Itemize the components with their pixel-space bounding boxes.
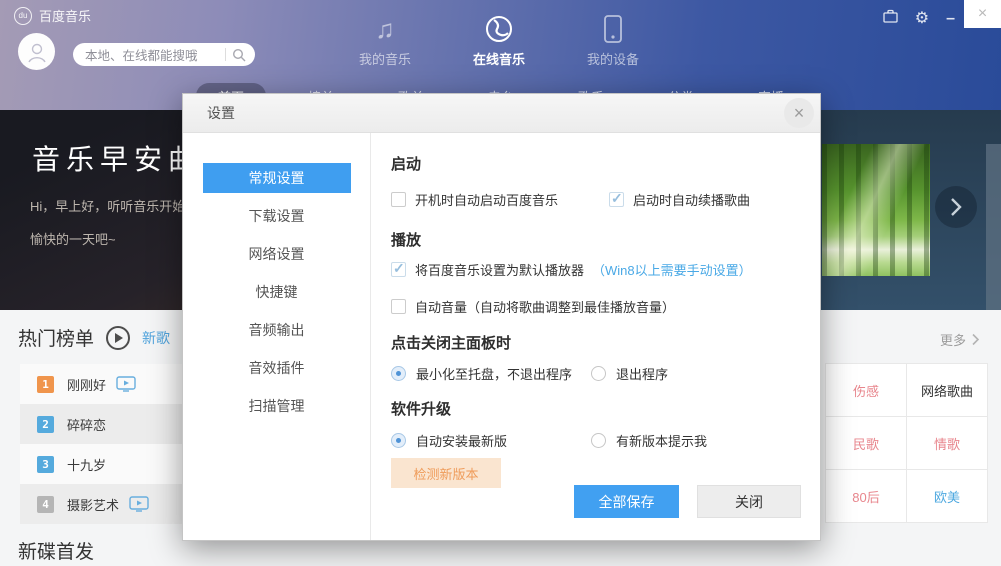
chevron-right-icon xyxy=(951,198,962,216)
nav-my-music[interactable]: ♫ 我的音乐 xyxy=(345,11,425,68)
device-icon xyxy=(573,11,653,47)
sidebar-item-general[interactable]: 常规设置 xyxy=(202,163,351,193)
music-note-icon: ♫ xyxy=(375,14,395,44)
mv-icon[interactable] xyxy=(116,376,136,392)
sidebar-item-hotkeys[interactable]: 快捷键 xyxy=(203,277,351,307)
sidebar-item-download[interactable]: 下载设置 xyxy=(203,201,351,231)
search-input[interactable]: 本地、在线都能搜哦 xyxy=(73,43,255,66)
checkbox-default-player[interactable]: ✓ 将百度音乐设置为默认播放器 （Win8以上需要手动设置） xyxy=(391,260,752,279)
checkbox-icon[interactable]: ✓ xyxy=(609,190,624,207)
banner-title: 音乐早安曲 xyxy=(32,144,203,175)
settings-sidebar: 常规设置 下载设置 网络设置 快捷键 音频输出 音效插件 扫描管理 xyxy=(183,133,371,540)
tag-item[interactable]: 伤感 xyxy=(826,364,907,417)
search-icon[interactable] xyxy=(232,48,246,62)
dialog-footer: 全部保存 关闭 xyxy=(574,485,801,518)
tag-item[interactable]: 网络歌曲 xyxy=(907,364,988,417)
tag-item[interactable]: 欧美 xyxy=(907,470,988,523)
tag-item[interactable]: 民歌 xyxy=(826,417,907,470)
next-slide-preview xyxy=(986,144,1001,310)
search-divider xyxy=(225,48,226,61)
radio-icon[interactable] xyxy=(591,366,606,381)
radio-icon[interactable] xyxy=(591,433,606,448)
banner-subtitle: Hi，早上好，听听音乐开始 愉快的一天吧~ xyxy=(30,199,186,247)
new-albums-title: 新碟首发 xyxy=(18,542,95,563)
nav-my-devices[interactable]: 我的设备 xyxy=(573,11,653,68)
banner-right-panel xyxy=(821,110,1001,310)
search-placeholder: 本地、在线都能搜哦 xyxy=(85,49,198,63)
check-icon: ✓ xyxy=(611,190,623,206)
app-title: 百度音乐 xyxy=(39,9,92,24)
dialog-title: 设置 xyxy=(207,105,235,121)
rank-badge: 4 xyxy=(37,495,54,513)
hot-list-header: 热门榜单 新歌 | xyxy=(18,324,185,351)
rank-badge: 2 xyxy=(37,415,54,433)
play-icon xyxy=(115,332,124,343)
app-logo: du 百度音乐 xyxy=(14,6,91,25)
minimize-button[interactable]: – xyxy=(946,10,955,26)
section-startup: 启动 xyxy=(391,156,422,173)
checkbox-autostart[interactable]: 开机时自动启动百度音乐 xyxy=(391,190,609,209)
tag-item[interactable]: 情歌 xyxy=(907,417,988,470)
settings-gear-icon[interactable]: ⚙ xyxy=(915,10,929,27)
corner-close-overlay[interactable]: × xyxy=(964,0,1001,28)
app-window: du 百度音乐 ⚙ – × × 本地、在线都能搜哦 ♫ 我 xyxy=(0,0,1001,566)
user-avatar[interactable] xyxy=(18,33,55,70)
settings-dialog: 设置 × 常规设置 下载设置 网络设置 快捷键 音频输出 音效插件 扫描管理 启… xyxy=(182,93,821,541)
checkbox-icon[interactable] xyxy=(391,192,406,207)
check-icon: ✓ xyxy=(393,260,405,276)
close-icon: × xyxy=(977,5,988,22)
new-songs-link[interactable]: 新歌 xyxy=(142,328,170,348)
checkbox-resume-playback[interactable]: ✓ 启动时自动续播歌曲 xyxy=(609,190,750,209)
radio-icon[interactable] xyxy=(391,433,406,448)
radio-minimize-to-tray[interactable]: 最小化至托盘，不退出程序 xyxy=(391,364,591,383)
checkbox-auto-volume[interactable]: 自动音量（自动将歌曲调整到最佳播放音量） xyxy=(391,297,675,316)
rank-badge: 1 xyxy=(37,375,54,393)
mv-icon[interactable] xyxy=(129,496,149,512)
sidebar-item-audio-output[interactable]: 音频输出 xyxy=(203,315,351,345)
nav-online-music[interactable]: 在线音乐 xyxy=(459,11,539,68)
radio-auto-install[interactable]: 自动安装最新版 xyxy=(391,431,591,450)
dialog-close-button[interactable]: × xyxy=(784,98,814,128)
banner-forest-image[interactable] xyxy=(822,144,930,276)
main-nav: ♫ 我的音乐 在线音乐 我的设备 xyxy=(345,11,653,68)
win8-note-link[interactable]: （Win8以上需要手动设置） xyxy=(592,260,752,279)
sidebar-item-sound-plugins[interactable]: 音效插件 xyxy=(203,353,351,383)
du-logo-icon: du xyxy=(14,6,32,25)
rank-badge: 3 xyxy=(37,455,54,473)
tag-item[interactable]: 80后 xyxy=(826,470,907,523)
sidebar-item-network[interactable]: 网络设置 xyxy=(203,239,351,269)
carousel-next-button[interactable] xyxy=(935,186,977,228)
checkbox-icon[interactable] xyxy=(391,299,406,314)
dialog-header: 设置 × xyxy=(183,94,820,133)
radio-exit-program[interactable]: 退出程序 xyxy=(591,364,668,383)
section-playback: 播放 xyxy=(391,232,422,249)
check-new-version-button[interactable]: 检测新版本 xyxy=(391,458,501,488)
chevron-right-icon xyxy=(972,333,980,346)
checkbox-icon[interactable]: ✓ xyxy=(391,260,406,277)
close-button[interactable]: 关闭 xyxy=(697,485,801,518)
radio-notify-new-version[interactable]: 有新版本提示我 xyxy=(591,431,707,450)
hot-list-title: 热门榜单 xyxy=(18,329,95,350)
section-upgrade: 软件升级 xyxy=(391,401,452,418)
sidebar-item-scan[interactable]: 扫描管理 xyxy=(203,391,351,421)
radio-icon[interactable] xyxy=(391,366,406,381)
more-link[interactable]: 更多 xyxy=(940,330,980,349)
globe-icon xyxy=(459,11,539,47)
tag-grid: 伤感 网络歌曲 民歌 情歌 80后 欧美 xyxy=(825,363,988,523)
skin-briefcase-icon[interactable] xyxy=(883,9,898,28)
settings-panel-general: 启动 开机时自动启动百度音乐 ✓ 启动时自动续播歌曲 播放 ✓ 将百度音乐设置为… xyxy=(371,133,820,540)
save-all-button[interactable]: 全部保存 xyxy=(574,485,679,518)
section-close-action: 点击关闭主面板时 xyxy=(391,335,512,352)
play-all-button[interactable] xyxy=(106,325,131,350)
